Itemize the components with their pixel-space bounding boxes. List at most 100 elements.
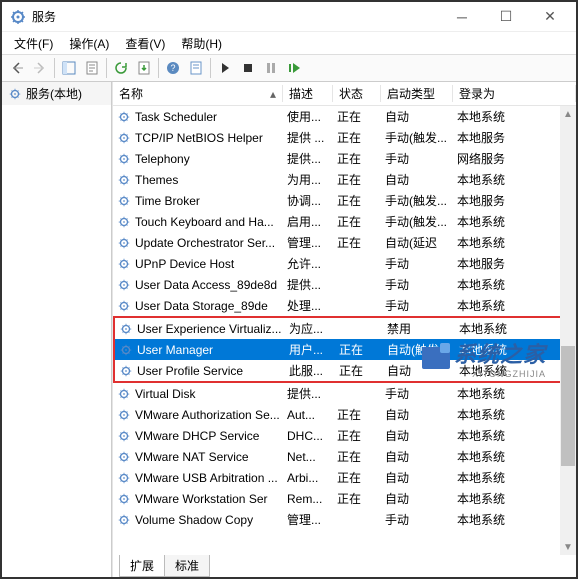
service-row[interactable]: Time Broker协调...正在手动(触发...本地服务 bbox=[113, 190, 576, 211]
service-desc: 管理... bbox=[283, 234, 333, 251]
main-pane: 名称▴ 描述 状态 启动类型 登录为 Task Scheduler使用...正在… bbox=[112, 82, 576, 577]
tab-standard[interactable]: 标准 bbox=[164, 555, 210, 577]
gear-icon bbox=[117, 299, 131, 313]
back-button[interactable] bbox=[6, 57, 28, 79]
service-row[interactable]: User Manager用户...正在自动(触发...本地系统 bbox=[115, 339, 574, 360]
service-startup: 手动 bbox=[381, 297, 453, 314]
service-startup: 自动 bbox=[381, 448, 453, 465]
col-desc[interactable]: 描述 bbox=[283, 85, 333, 102]
gear-icon bbox=[117, 450, 131, 464]
service-logon: 本地系统 bbox=[453, 406, 576, 423]
service-desc: 协调... bbox=[283, 192, 333, 209]
tabbar: 扩展 标准 bbox=[113, 555, 576, 577]
scrollbar-thumb[interactable] bbox=[561, 346, 575, 466]
restart-button[interactable] bbox=[283, 57, 305, 79]
menu-action[interactable]: 操作(A) bbox=[63, 33, 115, 54]
help-button[interactable]: ? bbox=[162, 57, 184, 79]
properties2-button[interactable] bbox=[185, 57, 207, 79]
gear-icon bbox=[117, 215, 131, 229]
service-status: 正在 bbox=[335, 341, 383, 358]
menu-view[interactable]: 查看(V) bbox=[119, 33, 171, 54]
service-row[interactable]: User Profile Service此服...正在自动本地系统 bbox=[115, 360, 574, 381]
service-startup: 自动 bbox=[381, 406, 453, 423]
service-status: 正在 bbox=[333, 129, 381, 146]
col-status[interactable]: 状态 bbox=[333, 85, 381, 102]
service-status: 正在 bbox=[333, 448, 381, 465]
maximize-button[interactable]: ☐ bbox=[484, 3, 528, 31]
service-startup: 手动 bbox=[381, 150, 453, 167]
service-row[interactable]: VMware Workstation SerRem...正在自动本地系统 bbox=[113, 488, 576, 509]
refresh-button[interactable] bbox=[110, 57, 132, 79]
gear-icon bbox=[117, 110, 131, 124]
menu-file[interactable]: 文件(F) bbox=[8, 33, 59, 54]
scroll-down-button[interactable]: ▼ bbox=[560, 539, 576, 555]
window-title: 服务 bbox=[32, 8, 440, 25]
service-name: Themes bbox=[135, 173, 178, 187]
forward-button[interactable] bbox=[29, 57, 51, 79]
service-desc: Arbi... bbox=[283, 471, 333, 485]
gear-icon bbox=[117, 173, 131, 187]
col-name[interactable]: 名称▴ bbox=[113, 85, 283, 102]
service-row[interactable]: Task Scheduler使用...正在自动本地系统 bbox=[113, 106, 576, 127]
service-row[interactable]: User Experience Virtualiz...为应...禁用本地系统 bbox=[115, 318, 574, 339]
gear-icon bbox=[119, 364, 133, 378]
service-row[interactable]: Virtual Disk提供...手动本地系统 bbox=[113, 383, 576, 404]
service-row[interactable]: Touch Keyboard and Ha...启用...正在手动(触发...本… bbox=[113, 211, 576, 232]
service-startup: 自动 bbox=[381, 171, 453, 188]
service-row[interactable]: Update Orchestrator Ser...管理...正在自动(延迟本地… bbox=[113, 232, 576, 253]
service-row[interactable]: User Data Storage_89de处理...手动本地系统 bbox=[113, 295, 576, 316]
service-status: 正在 bbox=[335, 362, 383, 379]
service-startup: 手动(触发... bbox=[381, 129, 453, 146]
service-row[interactable]: Themes为用...正在自动本地系统 bbox=[113, 169, 576, 190]
service-name: Task Scheduler bbox=[135, 110, 217, 124]
service-row[interactable]: User Data Access_89de8d提供...手动本地系统 bbox=[113, 274, 576, 295]
service-desc: 提供... bbox=[283, 385, 333, 402]
minimize-button[interactable]: ─ bbox=[440, 3, 484, 31]
service-desc: 允许... bbox=[283, 255, 333, 272]
gear-icon bbox=[117, 408, 131, 422]
service-row[interactable]: VMware NAT ServiceNet...正在自动本地系统 bbox=[113, 446, 576, 467]
tab-extended[interactable]: 扩展 bbox=[119, 555, 165, 577]
service-row[interactable]: UPnP Device Host允许...手动本地服务 bbox=[113, 253, 576, 274]
gear-icon bbox=[8, 87, 22, 101]
service-name: User Data Access_89de8d bbox=[135, 278, 277, 292]
service-row[interactable]: Telephony提供...正在手动网络服务 bbox=[113, 148, 576, 169]
service-startup: 手动 bbox=[381, 511, 453, 528]
toolbar-divider bbox=[54, 58, 55, 78]
service-startup: 自动 bbox=[383, 362, 455, 379]
scroll-up-button[interactable]: ▲ bbox=[560, 106, 576, 122]
pause-button[interactable] bbox=[260, 57, 282, 79]
service-desc: Net... bbox=[283, 450, 333, 464]
service-status: 正在 bbox=[333, 427, 381, 444]
menu-help[interactable]: 帮助(H) bbox=[175, 33, 228, 54]
toolbar-divider bbox=[106, 58, 107, 78]
service-name: Update Orchestrator Ser... bbox=[135, 236, 275, 250]
col-logon[interactable]: 登录为 bbox=[453, 85, 576, 102]
service-startup: 自动 bbox=[381, 469, 453, 486]
service-status: 正在 bbox=[333, 192, 381, 209]
service-row[interactable]: Volume Shadow Copy管理...手动本地系统 bbox=[113, 509, 576, 530]
service-row[interactable]: VMware DHCP ServiceDHC...正在自动本地系统 bbox=[113, 425, 576, 446]
service-row[interactable]: VMware USB Arbitration ...Arbi...正在自动本地系… bbox=[113, 467, 576, 488]
service-row[interactable]: VMware Authorization Se...Aut...正在自动本地系统 bbox=[113, 404, 576, 425]
scrollbar[interactable]: ▲ ▼ bbox=[560, 106, 576, 555]
properties-button[interactable] bbox=[81, 57, 103, 79]
col-startup[interactable]: 启动类型 bbox=[381, 85, 453, 102]
service-logon: 本地系统 bbox=[455, 320, 574, 337]
start-button[interactable] bbox=[214, 57, 236, 79]
export-button[interactable] bbox=[133, 57, 155, 79]
toolbar: ? bbox=[2, 54, 576, 82]
service-row[interactable]: TCP/IP NetBIOS Helper提供 ...正在手动(触发...本地服… bbox=[113, 127, 576, 148]
service-status: 正在 bbox=[333, 490, 381, 507]
service-name: VMware Workstation Ser bbox=[135, 492, 268, 506]
service-logon: 本地系统 bbox=[453, 469, 576, 486]
service-logon: 本地系统 bbox=[453, 448, 576, 465]
service-startup: 自动 bbox=[381, 427, 453, 444]
stop-button[interactable] bbox=[237, 57, 259, 79]
show-hide-tree-button[interactable] bbox=[58, 57, 80, 79]
close-button[interactable]: ✕ bbox=[528, 3, 572, 31]
gear-icon bbox=[117, 278, 131, 292]
sidebar-item-services-local[interactable]: 服务(本地) bbox=[2, 82, 111, 105]
sidebar-label: 服务(本地) bbox=[26, 85, 82, 102]
service-status: 正在 bbox=[333, 469, 381, 486]
